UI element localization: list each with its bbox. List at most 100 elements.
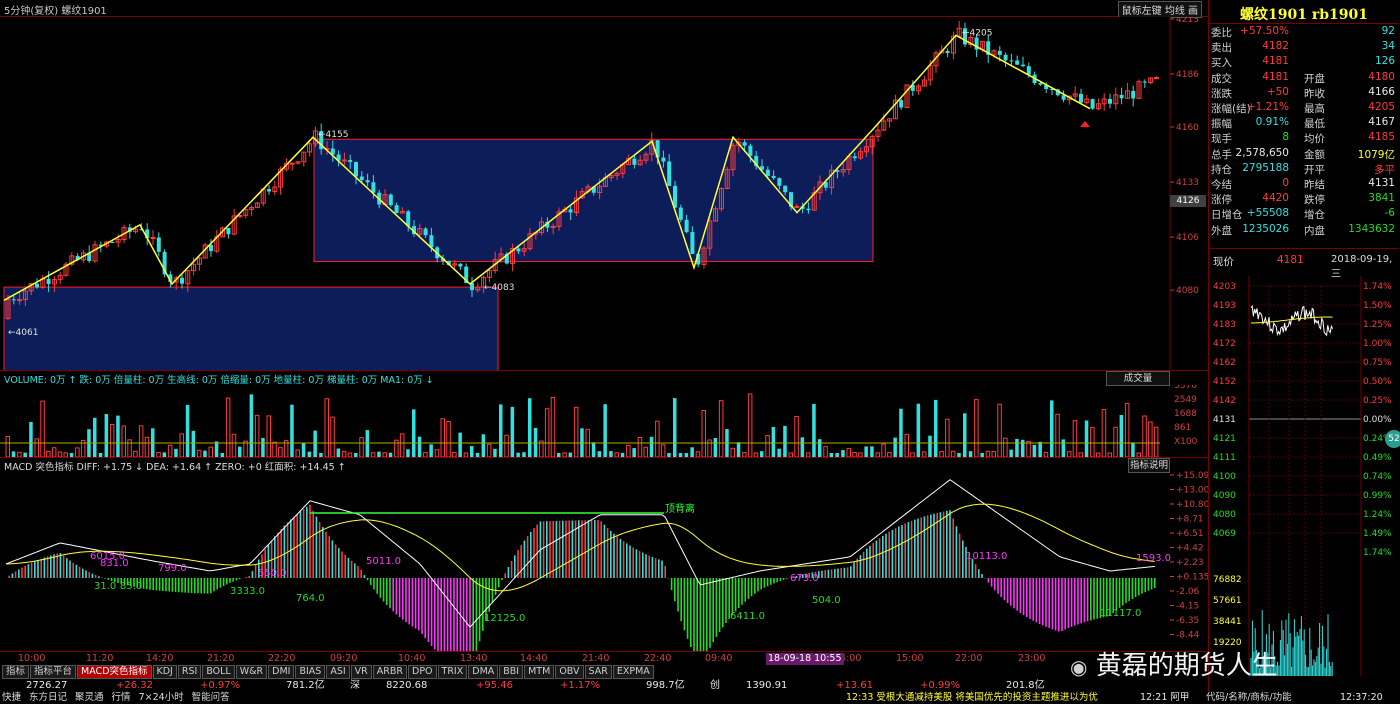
price-axis-label: 4106 — [1176, 233, 1199, 243]
volume-bar — [278, 447, 283, 457]
status-item[interactable]: 聚灵通 — [75, 692, 104, 704]
volume-bar — [870, 446, 874, 457]
candle — [359, 176, 364, 181]
indicator-tab[interactable]: BIAS — [295, 665, 326, 679]
volume-bar — [249, 394, 254, 457]
volume-bar — [208, 446, 213, 457]
indicator-tab[interactable]: DMI — [268, 665, 295, 679]
volume-bar — [75, 447, 80, 457]
candle — [684, 219, 689, 233]
indicator-tab[interactable]: ASI — [326, 665, 350, 679]
mini-pct-label: 0.49% — [1363, 453, 1392, 463]
status-item[interactable]: 行情 — [112, 692, 131, 704]
indicator-tab[interactable]: RSI — [177, 665, 202, 679]
candlestick-chart[interactable]: ←4205 ←4061 ←4155 ←4083 4213 4186 4160 4133 410… — [0, 17, 1208, 370]
volume-bar — [1038, 441, 1042, 457]
volume-button[interactable]: 成交量 — [1106, 371, 1170, 386]
volume-bar — [1021, 439, 1025, 457]
indicator-tab[interactable]: OBV — [555, 665, 584, 679]
quote-row: 涨幅(结) +1.21% 最高 4205 — [1211, 101, 1395, 115]
floating-badge[interactable]: 52 — [1385, 430, 1400, 448]
status-item[interactable]: 智能问答 — [192, 692, 230, 704]
volume-bar — [660, 444, 666, 457]
volume-bar — [812, 403, 816, 457]
candle — [458, 263, 463, 267]
candle — [17, 299, 23, 302]
indicator-tab[interactable]: BOLL — [202, 665, 235, 679]
candle — [429, 235, 434, 248]
indicator-tab[interactable]: MACD突色指标 — [77, 665, 152, 679]
volume-bar — [643, 446, 648, 457]
volume-bar — [295, 449, 300, 457]
volume-bar — [713, 438, 718, 457]
volume-bar — [116, 415, 120, 457]
indicator-tab[interactable]: ARBR — [372, 665, 407, 679]
mini-price-label: 4111 — [1213, 453, 1236, 463]
quote-row: 涨跌 +50 昨收 4166 — [1211, 85, 1395, 100]
macd-axis-label: +0.135 — [1176, 573, 1208, 583]
indicator-tab[interactable]: TRIX — [437, 665, 468, 679]
macd-area-label: 764.0 — [296, 593, 325, 604]
mini-vol-label: 76882 — [1213, 575, 1242, 585]
macd-area-label: 1593.0 — [1136, 553, 1171, 564]
candle — [1015, 60, 1020, 65]
candle — [899, 100, 904, 108]
volume-bar — [51, 447, 57, 457]
volume-bar — [899, 408, 903, 457]
indicator-tab[interactable]: MTM — [524, 665, 555, 679]
indicator-tab[interactable]: 指标平台 — [30, 665, 77, 679]
indicator-tab[interactable]: 指标 — [2, 665, 30, 679]
candle — [226, 228, 231, 235]
candle — [341, 159, 347, 162]
volume-bar — [934, 399, 938, 457]
status-item[interactable]: 东方日记 — [29, 692, 67, 704]
volume-bar — [499, 404, 503, 457]
macd-area-label: 831.0 — [100, 558, 129, 569]
chart-toolbar-buttons[interactable]: 鼠标左键 均线 画 — [1117, 1, 1202, 18]
indicator-tab[interactable]: DPO — [408, 665, 437, 679]
indicator-tab[interactable]: BBI — [499, 665, 524, 679]
mini-pct-label: 1.49% — [1363, 529, 1392, 539]
volume-bar — [446, 421, 451, 457]
price-annotation: ←4061 — [8, 328, 38, 338]
status-item[interactable]: 7×24小时 — [139, 692, 184, 704]
volume-bar — [290, 404, 294, 457]
indicator-tab[interactable]: KDJ — [152, 665, 177, 679]
indicator-tabs[interactable]: 指标 指标平台 MACD突色指标 KDJ RSI BOLL W&R DMI BIAS ASI VR A… — [2, 665, 654, 679]
price-axis-label: 4080 — [1176, 286, 1199, 296]
volume-bar — [818, 439, 822, 457]
volume-bar — [550, 397, 556, 457]
volume-bar — [1113, 426, 1118, 457]
volume-bar — [632, 448, 636, 457]
volume-bar — [486, 443, 492, 457]
volume-bar — [893, 437, 897, 457]
volume-axis-label: 861 — [1174, 423, 1191, 433]
candle — [1021, 64, 1025, 67]
volume-bar — [185, 404, 190, 457]
candle — [997, 50, 1002, 55]
indicator-tab[interactable]: SAR — [584, 665, 612, 679]
candle — [945, 50, 950, 54]
volume-bar — [997, 403, 1002, 457]
candle — [794, 205, 800, 208]
volume-bar — [144, 436, 150, 457]
candle — [678, 207, 683, 220]
mini-pct-label: 1.25% — [1363, 320, 1392, 330]
time-axis-label: 11:20 — [86, 653, 114, 664]
candle — [1009, 60, 1014, 62]
status-item[interactable]: 快捷 — [2, 692, 21, 704]
volume-bar — [736, 442, 741, 457]
weibo-icon: ◉ — [1070, 655, 1088, 679]
indicator-tab[interactable]: VR — [350, 665, 372, 679]
indicator-tab[interactable]: DMA — [468, 665, 499, 679]
volume-bar — [1015, 438, 1019, 457]
news-ticker[interactable]: 12:33 受根大通减持美股 将美国优先的投资主题推进以为优 — [846, 692, 1098, 704]
volume-bar — [771, 427, 776, 457]
current-price-tag: 4126 — [1170, 195, 1206, 207]
indicator-tab[interactable]: W&R — [235, 665, 268, 679]
volume-bar — [881, 443, 886, 457]
macd-axis-label: +6.51 — [1176, 529, 1204, 539]
volume-bar — [974, 399, 979, 457]
time-axis-label: 23:00 — [1018, 653, 1046, 664]
indicator-tab[interactable]: EXPMA — [612, 665, 654, 679]
